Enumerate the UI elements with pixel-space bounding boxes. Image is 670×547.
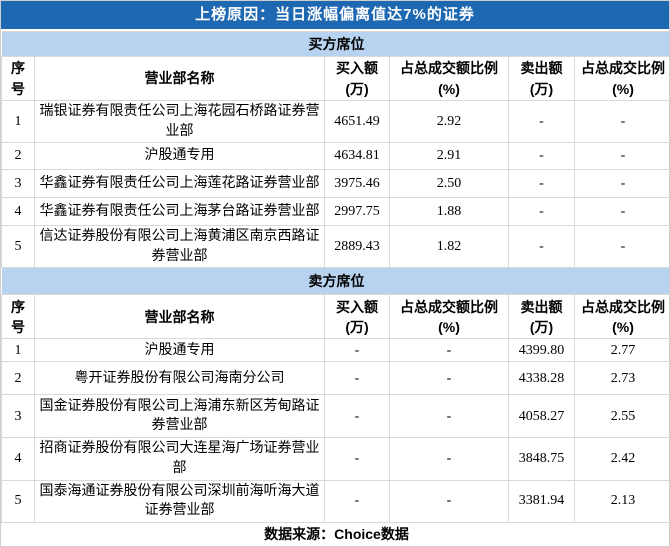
buy-ratio: 2.50	[389, 169, 509, 199]
buy-amount: 2997.75	[324, 197, 390, 227]
col-header-sell-amount: 卖出额(万)	[508, 56, 575, 101]
buy-ratio: 1.82	[389, 225, 509, 269]
ranking-table-panel: 上榜原因：当日涨幅偏离值达7%的证券 买方席位 序号 营业部名称 买入额(万) …	[0, 0, 670, 547]
col-header-index: 序号	[1, 294, 35, 340]
sell-amount: 3848.75	[508, 437, 575, 481]
buyer-section-label: 买方席位	[1, 31, 669, 57]
row-index: 1	[1, 338, 35, 363]
col-header-broker: 营业部名称	[34, 56, 325, 101]
col-header-sell-amount: 卖出额(万)	[508, 294, 575, 340]
seller-header-row: 序号 营业部名称 买入额(万) 占总成交额比例(%) 卖出额(万) 占总成交比例…	[1, 294, 669, 340]
sell-ratio: 2.73	[574, 361, 669, 396]
broker-name: 华鑫证券有限责任公司上海茅台路证券营业部	[34, 197, 325, 227]
sell-amount: 4338.28	[508, 361, 575, 396]
buy-ratio: -	[389, 361, 509, 396]
row-index: 2	[1, 361, 35, 396]
row-index: 2	[1, 142, 35, 171]
table-row: 2 粤开证券股份有限公司海南分公司 - - 4338.28 2.73	[1, 361, 669, 396]
sell-amount: -	[508, 99, 575, 144]
broker-name: 粤开证券股份有限公司海南分公司	[34, 361, 325, 396]
sell-amount: 4058.27	[508, 394, 575, 439]
buyer-header-row: 序号 营业部名称 买入额(万) 占总成交额比例(%) 卖出额(万) 占总成交比例…	[1, 56, 669, 101]
broker-name: 招商证券股份有限公司大连星海广场证券营业部	[34, 437, 325, 481]
table-row: 2 沪股通专用 4634.81 2.91 - -	[1, 142, 669, 171]
col-header-buy-amount: 买入额(万)	[324, 294, 390, 340]
buy-ratio: -	[389, 338, 509, 363]
col-header-sell-ratio: 占总成交比例(%)	[574, 294, 669, 340]
col-header-buy-amount: 买入额(万)	[324, 56, 390, 101]
buy-ratio: 2.91	[389, 142, 509, 171]
buy-amount: 3975.46	[324, 169, 390, 199]
seller-section-label: 卖方席位	[1, 267, 669, 296]
footer-row: 数据来源：Choice数据	[1, 521, 669, 546]
buy-amount: 2889.43	[324, 225, 390, 269]
sell-ratio: -	[574, 99, 669, 144]
sell-ratio: -	[574, 225, 669, 269]
row-index: 5	[1, 479, 35, 523]
sell-ratio: -	[574, 142, 669, 171]
buy-amount: -	[324, 479, 390, 523]
table-row: 4 招商证券股份有限公司大连星海广场证券营业部 - - 3848.75 2.42	[1, 437, 669, 481]
sell-amount: -	[508, 197, 575, 227]
sell-ratio: 2.42	[574, 437, 669, 481]
col-header-index: 序号	[1, 56, 35, 101]
broker-name: 沪股通专用	[34, 338, 325, 363]
data-source-label: 数据来源：Choice数据	[1, 521, 669, 546]
broker-name: 国金证券股份有限公司上海浦东新区芳甸路证券营业部	[34, 394, 325, 439]
col-header-buy-ratio: 占总成交额比例(%)	[389, 294, 509, 340]
sell-amount: -	[508, 225, 575, 269]
sell-amount: 3381.94	[508, 479, 575, 523]
sell-ratio: 2.55	[574, 394, 669, 439]
broker-name: 沪股通专用	[34, 142, 325, 171]
sell-amount: -	[508, 169, 575, 199]
sell-ratio: 2.13	[574, 479, 669, 523]
buy-amount: -	[324, 394, 390, 439]
broker-name: 信达证券股份有限公司上海黄浦区南京西路证券营业部	[34, 225, 325, 269]
table-row: 1 沪股通专用 - - 4399.80 2.77	[1, 338, 669, 363]
sell-ratio: 2.77	[574, 338, 669, 363]
table-title: 上榜原因：当日涨幅偏离值达7%的证券	[1, 1, 669, 31]
table-row: 1 瑞银证券有限责任公司上海花园石桥路证券营业部 4651.49 2.92 - …	[1, 99, 669, 144]
row-index: 4	[1, 437, 35, 481]
buy-ratio: 1.88	[389, 197, 509, 227]
row-index: 3	[1, 394, 35, 439]
buy-amount: 4634.81	[324, 142, 390, 171]
table-row: 5 国泰海通证券股份有限公司深圳前海听海大道证券营业部 - - 3381.94 …	[1, 479, 669, 523]
col-header-sell-ratio: 占总成交比例(%)	[574, 56, 669, 101]
buy-amount: -	[324, 338, 390, 363]
broker-name: 瑞银证券有限责任公司上海花园石桥路证券营业部	[34, 99, 325, 144]
trading-seats-table: 买方席位 序号 营业部名称 买入额(万) 占总成交额比例(%) 卖出额(万) 占…	[1, 31, 669, 546]
row-index: 1	[1, 99, 35, 144]
table-row: 3 国金证券股份有限公司上海浦东新区芳甸路证券营业部 - - 4058.27 2…	[1, 394, 669, 439]
sell-amount: -	[508, 142, 575, 171]
buy-amount: -	[324, 437, 390, 481]
table-row: 4 华鑫证券有限责任公司上海茅台路证券营业部 2997.75 1.88 - -	[1, 197, 669, 227]
buy-amount: 4651.49	[324, 99, 390, 144]
buy-ratio: -	[389, 479, 509, 523]
row-index: 3	[1, 169, 35, 199]
table-row: 5 信达证券股份有限公司上海黄浦区南京西路证券营业部 2889.43 1.82 …	[1, 225, 669, 269]
buy-ratio: -	[389, 394, 509, 439]
buy-ratio: 2.92	[389, 99, 509, 144]
broker-name: 国泰海通证券股份有限公司深圳前海听海大道证券营业部	[34, 479, 325, 523]
row-index: 4	[1, 197, 35, 227]
seller-section-row: 卖方席位	[1, 267, 669, 296]
sell-ratio: -	[574, 197, 669, 227]
col-header-buy-ratio: 占总成交额比例(%)	[389, 56, 509, 101]
buy-amount: -	[324, 361, 390, 396]
sell-ratio: -	[574, 169, 669, 199]
row-index: 5	[1, 225, 35, 269]
broker-name: 华鑫证券有限责任公司上海莲花路证券营业部	[34, 169, 325, 199]
sell-amount: 4399.80	[508, 338, 575, 363]
table-row: 3 华鑫证券有限责任公司上海莲花路证券营业部 3975.46 2.50 - -	[1, 169, 669, 199]
buy-ratio: -	[389, 437, 509, 481]
col-header-broker: 营业部名称	[34, 294, 325, 340]
buyer-section-row: 买方席位	[1, 31, 669, 57]
